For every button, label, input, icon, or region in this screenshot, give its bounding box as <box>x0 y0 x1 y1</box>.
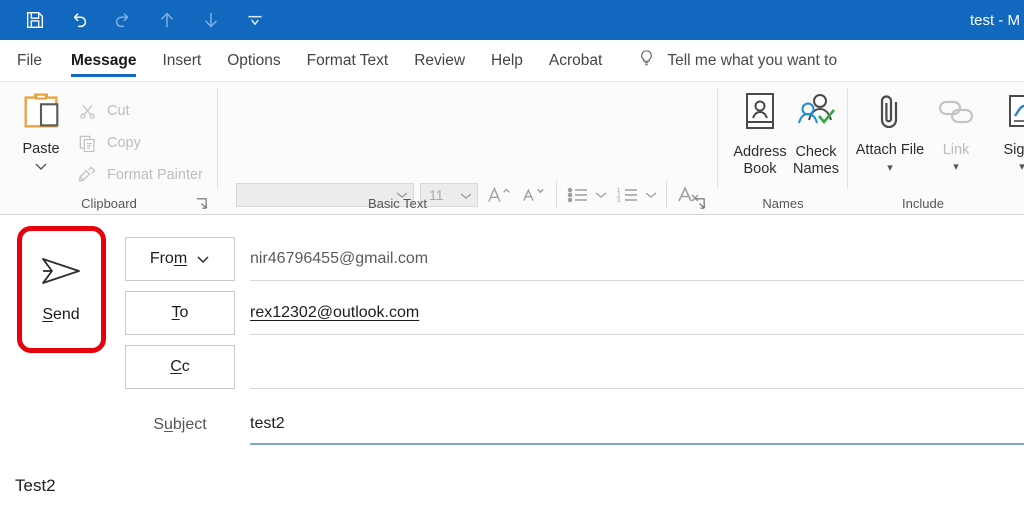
scissors-icon <box>76 100 98 122</box>
compose-header: Send From nir46796455@gmail.com To rex12… <box>0 215 1024 463</box>
signature-chevron-down-icon[interactable]: ▾ <box>1003 159 1024 176</box>
from-value[interactable]: nir46796455@gmail.com <box>250 237 1024 281</box>
clipboard-dialog-launcher[interactable] <box>195 197 208 210</box>
to-recipient: rex12302@outlook.com <box>250 303 420 321</box>
basic-text-dialog-launcher[interactable] <box>693 197 706 210</box>
subject-value-text: test2 <box>250 415 285 432</box>
check-names-label: Check Names <box>793 144 839 177</box>
from-chevron-down-icon[interactable] <box>196 255 210 264</box>
to-button-label: To <box>171 304 189 321</box>
tab-message[interactable]: Message <box>58 40 149 82</box>
attach-file-label: Attach File ▾ <box>854 142 926 177</box>
tab-options[interactable]: Options <box>214 40 293 82</box>
link-chevron-down-icon: ▾ <box>953 161 959 173</box>
signature-label: Signa ▾ <box>1003 142 1024 176</box>
move-down-icon <box>198 7 224 33</box>
quick-access-toolbar <box>0 7 268 33</box>
from-button-label: From <box>149 250 188 267</box>
subject-label-text: Subject <box>153 416 207 433</box>
address-book-icon <box>739 90 781 141</box>
include-group-label: Include <box>902 196 944 211</box>
cut-label: Cut <box>107 103 130 119</box>
lightbulb-icon <box>637 47 656 74</box>
signature-icon <box>1002 90 1024 139</box>
tab-review[interactable]: Review <box>401 40 478 82</box>
copy-button: Copy <box>76 130 141 156</box>
from-value-text: nir46796455@gmail.com <box>250 249 429 267</box>
tab-insert[interactable]: Insert <box>149 40 214 82</box>
numbering-chevron-down-icon[interactable] <box>642 185 660 205</box>
undo-icon[interactable] <box>66 7 92 33</box>
paste-button[interactable]: Paste <box>12 88 70 196</box>
svg-text:3: 3 <box>617 198 621 204</box>
numbering-button[interactable]: 1 2 3 <box>614 183 642 207</box>
cc-button[interactable]: Cc <box>125 345 235 389</box>
cut-button: Cut <box>76 98 130 124</box>
to-button[interactable]: To <box>125 291 235 335</box>
ribbon-group-basic-text: 11 1 2 3 Basic Text <box>218 82 719 250</box>
names-group-label: Names <box>762 196 804 211</box>
bullets-button[interactable] <box>564 183 592 207</box>
link-icon <box>935 90 977 139</box>
tab-help[interactable]: Help <box>478 40 536 82</box>
cc-button-label: Cc <box>170 358 190 375</box>
paste-icon <box>18 88 64 139</box>
tab-file[interactable]: File <box>0 40 58 82</box>
ribbon-group-include: Attach File ▾ Link ▾ Sig ▾ Include <box>848 82 1024 215</box>
paperclip-icon <box>870 90 910 139</box>
outlook-compose-window: test - M File Message Insert Options For… <box>0 0 1024 508</box>
link-button: Link ▾ <box>920 90 992 194</box>
paste-dropdown-chevron-down-icon[interactable] <box>34 158 48 176</box>
save-icon[interactable] <box>22 7 48 33</box>
ribbon: Paste Cut Copy Format Painter Clipboard … <box>0 82 1024 250</box>
window-title: test - M <box>764 0 1024 40</box>
format-painter-icon <box>76 164 98 186</box>
send-button[interactable]: Send <box>22 231 100 346</box>
subject-input[interactable]: test2 <box>250 405 1024 445</box>
send-label: Send <box>42 306 80 323</box>
copy-label: Copy <box>107 135 141 151</box>
check-names-icon <box>793 90 839 141</box>
paste-label: Paste <box>22 141 60 157</box>
tell-me-label: Tell me what you want to <box>667 51 838 69</box>
message-body[interactable]: Test2 <box>0 463 1024 508</box>
link-label: Link ▾ <box>943 142 970 176</box>
redo-icon <box>110 7 136 33</box>
signature-label-text: Signa <box>1003 142 1024 158</box>
subject-label: Subject <box>125 405 235 445</box>
check-names-button[interactable]: Check Names <box>780 90 852 194</box>
ribbon-tab-bar: File Message Insert Options Format Text … <box>0 40 1024 82</box>
bullets-chevron-down-icon[interactable] <box>592 185 610 205</box>
attach-file-chevron-down-icon[interactable]: ▾ <box>887 162 893 174</box>
tell-me-search[interactable]: Tell me what you want to <box>637 47 837 74</box>
message-body-text: Test2 <box>15 476 56 495</box>
format-painter-button: Format Painter <box>76 162 203 188</box>
move-up-icon <box>154 7 180 33</box>
cc-field[interactable] <box>250 345 1024 389</box>
title-bar: test - M <box>0 0 1024 40</box>
ribbon-group-names: Address Book Check Names Names <box>718 82 848 215</box>
to-field[interactable]: rex12302@outlook.com <box>250 291 1024 335</box>
attach-file-label-text: Attach File <box>855 142 925 158</box>
tab-format-text[interactable]: Format Text <box>294 40 402 82</box>
attach-file-button[interactable]: Attach File ▾ <box>854 90 926 194</box>
chevron-down-icon[interactable] <box>242 7 268 33</box>
copy-icon <box>76 132 98 154</box>
window-title-text: test - M <box>969 11 1020 29</box>
format-painter-label: Format Painter <box>107 167 203 183</box>
from-button[interactable]: From <box>125 237 235 281</box>
paper-plane-icon <box>37 253 85 296</box>
clipboard-group-label: Clipboard <box>81 196 137 211</box>
link-label-text: Link <box>942 142 970 158</box>
tab-acrobat[interactable]: Acrobat <box>536 40 615 82</box>
basic-text-group-label: Basic Text <box>368 196 428 211</box>
shrink-font-button[interactable] <box>518 183 548 207</box>
ribbon-group-clipboard: Paste Cut Copy Format Painter Clipboard <box>0 82 218 215</box>
signature-button[interactable]: Signa ▾ <box>986 90 1024 194</box>
